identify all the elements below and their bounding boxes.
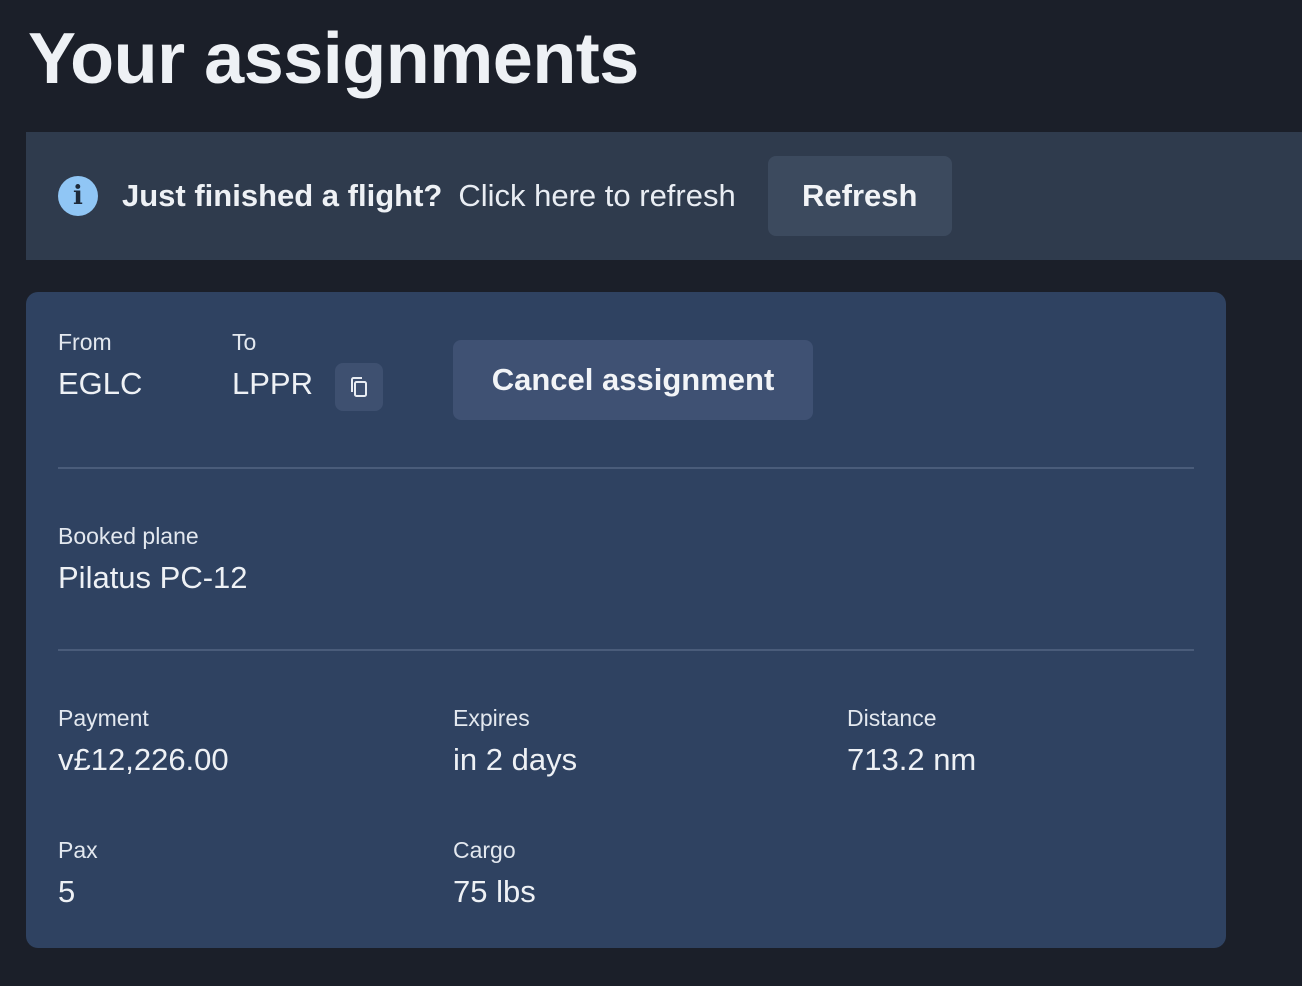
info-icon: i: [58, 176, 98, 216]
payment-value: v£12,226.00: [58, 742, 229, 777]
booked-plane-label: Booked plane: [58, 523, 199, 549]
distance-value: 713.2 nm: [847, 742, 977, 777]
cargo-value: 75 lbs: [453, 874, 536, 909]
divider: [58, 649, 1194, 651]
assignment-card: From EGLC To LPPR Cancel assignment Book…: [26, 292, 1226, 948]
page-title: Your assignments: [28, 19, 639, 99]
booked-plane-value: Pilatus PC-12: [58, 560, 248, 595]
from-label: From: [58, 329, 112, 355]
refresh-banner: i Just finished a flight? Click here to …: [26, 132, 1302, 260]
divider: [58, 467, 1194, 469]
cargo-label: Cargo: [453, 837, 516, 863]
expires-value: in 2 days: [453, 742, 578, 777]
copy-icon: [351, 377, 367, 397]
to-label: To: [232, 329, 257, 355]
pax-value: 5: [58, 874, 76, 909]
cancel-assignment-button[interactable]: Cancel assignment: [453, 340, 813, 420]
to-value: LPPR: [232, 366, 313, 401]
from-value: EGLC: [58, 366, 143, 401]
copy-button[interactable]: [335, 363, 383, 411]
expires-label: Expires: [453, 705, 530, 731]
payment-label: Payment: [58, 705, 149, 731]
distance-label: Distance: [847, 705, 937, 731]
pax-label: Pax: [58, 837, 98, 863]
banner-description: Click here to refresh: [458, 178, 736, 213]
banner-title: Just finished a flight?: [122, 178, 443, 213]
refresh-button[interactable]: Refresh: [767, 156, 952, 236]
